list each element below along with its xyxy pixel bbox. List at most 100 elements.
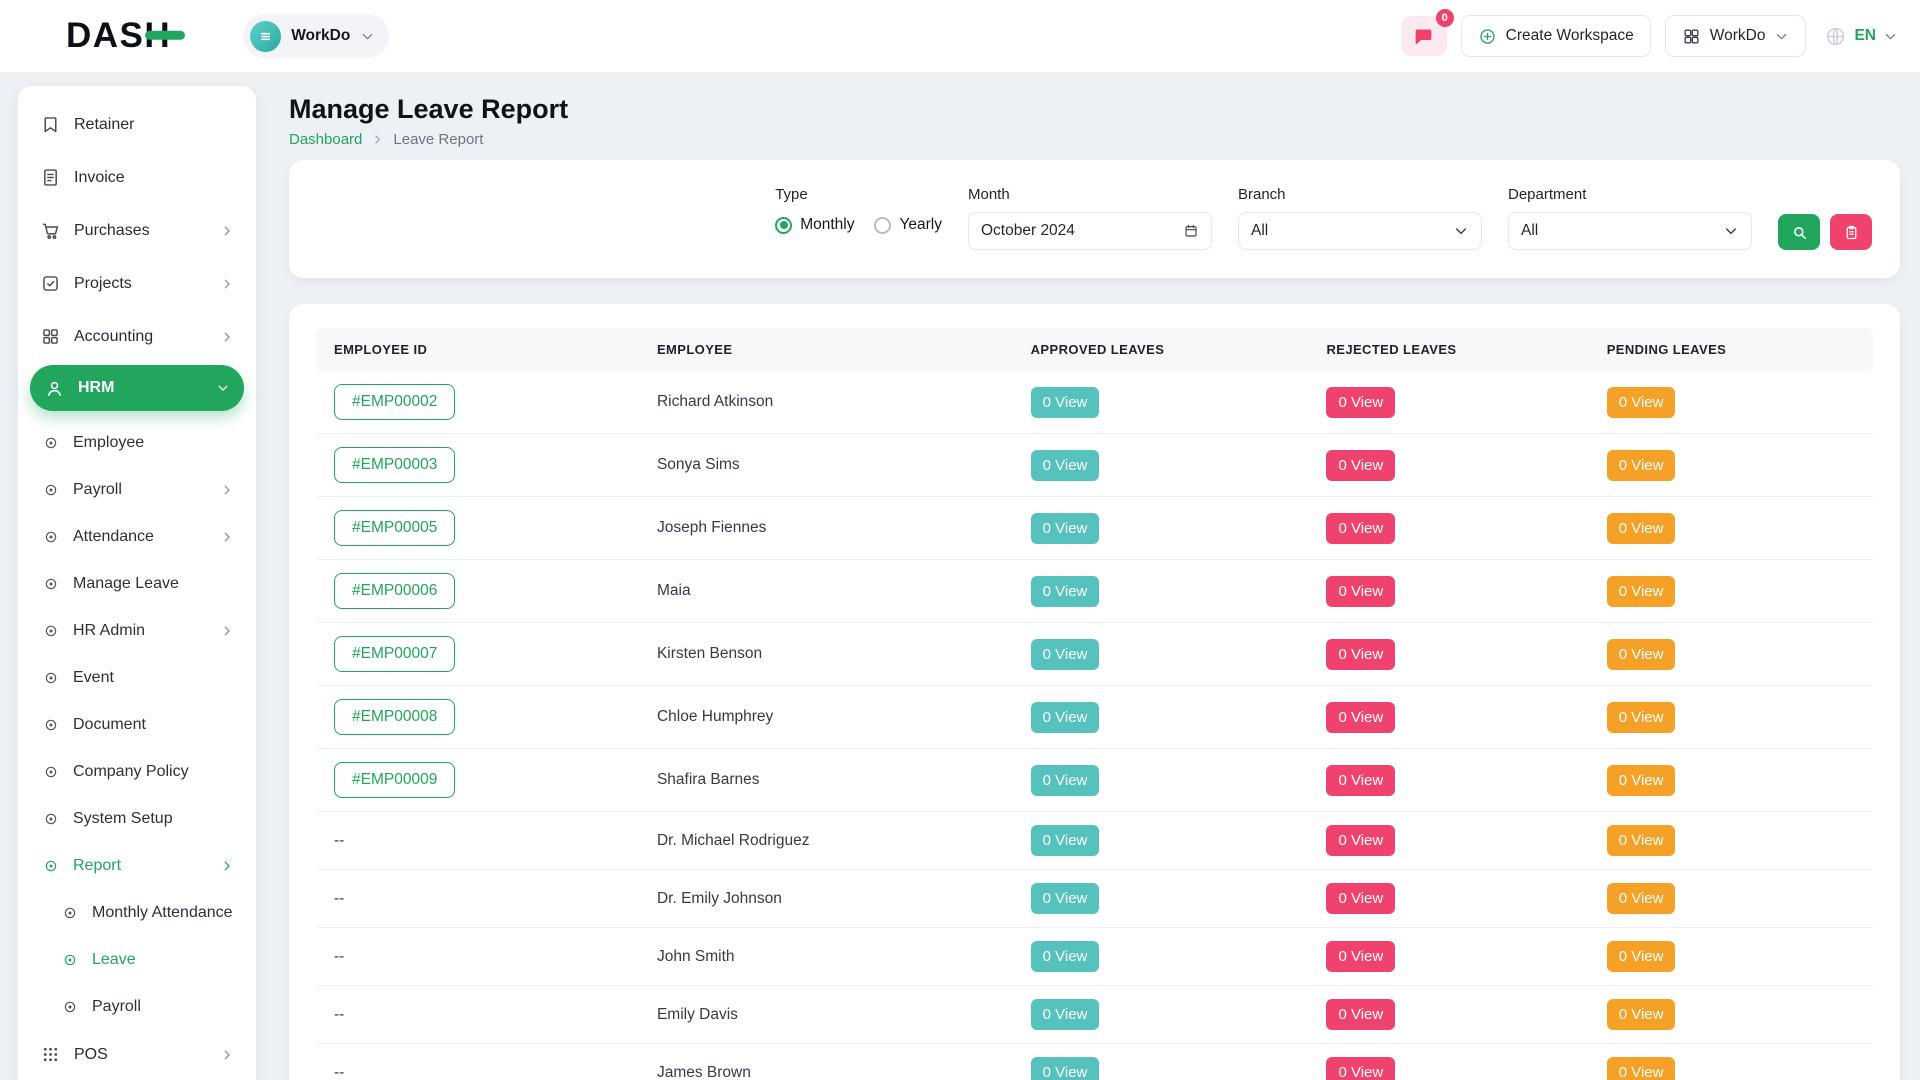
- approved-leaves-view-button[interactable]: 0 View: [1031, 1057, 1100, 1080]
- circle-icon: [62, 905, 78, 921]
- pending-leaves-view-button[interactable]: 0 View: [1607, 639, 1676, 670]
- rejected-leaves-view-button[interactable]: 0 View: [1326, 999, 1395, 1030]
- report-subitem[interactable]: Payroll: [30, 983, 244, 1030]
- search-button[interactable]: [1778, 214, 1820, 250]
- branch-select[interactable]: All: [1238, 212, 1482, 250]
- pending-leaves-view-button[interactable]: 0 View: [1607, 883, 1676, 914]
- rejected-leaves-view-button[interactable]: 0 View: [1326, 513, 1395, 544]
- sidebar-subitem[interactable]: System Setup: [30, 795, 244, 842]
- pending-leaves-view-button[interactable]: 0 View: [1607, 576, 1676, 607]
- rejected-leaves-view-button[interactable]: 0 View: [1326, 825, 1395, 856]
- approved-leaves-view-button[interactable]: 0 View: [1031, 999, 1100, 1030]
- sidebar-item-hrm[interactable]: HRM: [30, 365, 244, 411]
- sidebar-item[interactable]: Invoice: [30, 153, 244, 202]
- employee-id-link[interactable]: #EMP00008: [334, 699, 455, 735]
- circle-icon: [62, 952, 78, 968]
- approved-leaves-view-button[interactable]: 0 View: [1031, 765, 1100, 796]
- rejected-leaves-view-button[interactable]: 0 View: [1326, 576, 1395, 607]
- pending-leaves-view-button[interactable]: 0 View: [1607, 1057, 1676, 1080]
- logo-accent-bar: [145, 31, 185, 40]
- approved-leaves-view-button[interactable]: 0 View: [1031, 387, 1100, 418]
- sidebar-subitem-label: Attendance: [73, 528, 154, 546]
- workspace-selector[interactable]: WorkDo: [243, 14, 389, 58]
- type-monthly-option[interactable]: Monthly: [775, 216, 854, 234]
- approved-leaves-view-button[interactable]: 0 View: [1031, 576, 1100, 607]
- monthly-radio[interactable]: [775, 217, 792, 234]
- sidebar-subitem[interactable]: Attendance: [30, 513, 244, 560]
- messages-button[interactable]: 0: [1401, 16, 1447, 56]
- department-select[interactable]: All: [1508, 212, 1752, 250]
- sidebar-subitem[interactable]: Report: [30, 842, 244, 889]
- approved-leaves-view-button[interactable]: 0 View: [1031, 883, 1100, 914]
- employee-id-link[interactable]: #EMP00007: [334, 636, 455, 672]
- month-input[interactable]: October 2024: [968, 212, 1212, 250]
- pending-leaves-view-button[interactable]: 0 View: [1607, 513, 1676, 544]
- sidebar-item[interactable]: Projects: [30, 259, 244, 308]
- chevron-right-icon: [220, 224, 234, 238]
- sidebar-subitem-label: System Setup: [73, 810, 173, 828]
- pending-leaves-view-button[interactable]: 0 View: [1607, 941, 1676, 972]
- employee-id-link[interactable]: #EMP00006: [334, 573, 455, 609]
- table-row: #EMP00006 Maia 0 View 0 View 0 View: [316, 560, 1873, 623]
- rejected-leaves-view-button[interactable]: 0 View: [1326, 883, 1395, 914]
- sidebar-subitem[interactable]: Company Policy: [30, 748, 244, 795]
- sidebar-subitem[interactable]: Manage Leave: [30, 560, 244, 607]
- approved-leaves-view-button[interactable]: 0 View: [1031, 702, 1100, 733]
- chevron-down-icon: [1453, 223, 1469, 239]
- table-row: #EMP00009 Shafira Barnes 0 View 0 View 0…: [316, 749, 1873, 812]
- sidebar-subitem[interactable]: Employee: [30, 419, 244, 466]
- create-workspace-button[interactable]: Create Workspace: [1461, 15, 1651, 57]
- export-button[interactable]: [1830, 214, 1872, 250]
- approved-leaves-view-button[interactable]: 0 View: [1031, 513, 1100, 544]
- sidebar-item[interactable]: Accounting: [30, 312, 244, 361]
- employee-name: James Brown: [643, 1044, 1017, 1080]
- sidebar-item-pos[interactable]: POS: [30, 1030, 244, 1079]
- rejected-leaves-view-button[interactable]: 0 View: [1326, 765, 1395, 796]
- breadcrumb-dashboard-link[interactable]: Dashboard: [289, 131, 362, 148]
- sidebar-subitem[interactable]: Document: [30, 701, 244, 748]
- pending-leaves-view-button[interactable]: 0 View: [1607, 825, 1676, 856]
- sidebar-subitem[interactable]: Event: [30, 654, 244, 701]
- report-subitem-label: Monthly Attendance: [92, 904, 233, 922]
- yearly-radio[interactable]: [874, 217, 891, 234]
- rejected-leaves-view-button[interactable]: 0 View: [1326, 387, 1395, 418]
- approved-leaves-view-button[interactable]: 0 View: [1031, 941, 1100, 972]
- rejected-leaves-view-button[interactable]: 0 View: [1326, 702, 1395, 733]
- language-selector[interactable]: EN: [1820, 25, 1902, 48]
- main-content: Manage Leave Report Dashboard Leave Repo…: [289, 72, 1920, 1080]
- approved-leaves-view-button[interactable]: 0 View: [1031, 825, 1100, 856]
- sidebar-subitem[interactable]: Payroll: [30, 466, 244, 513]
- circle-icon: [43, 670, 59, 686]
- employee-name: Emily Davis: [643, 986, 1017, 1044]
- approved-leaves-view-button[interactable]: 0 View: [1031, 450, 1100, 481]
- pending-leaves-view-button[interactable]: 0 View: [1607, 765, 1676, 796]
- employee-id-link[interactable]: #EMP00003: [334, 447, 455, 483]
- rejected-leaves-view-button[interactable]: 0 View: [1326, 1057, 1395, 1080]
- employee-name: Kirsten Benson: [643, 623, 1017, 686]
- rejected-leaves-view-button[interactable]: 0 View: [1326, 941, 1395, 972]
- workspace-menu-button[interactable]: WorkDo: [1665, 15, 1807, 57]
- report-subitem[interactable]: Monthly Attendance: [30, 889, 244, 936]
- sidebar-item[interactable]: Retainer: [30, 100, 244, 149]
- pending-leaves-view-button[interactable]: 0 View: [1607, 450, 1676, 481]
- approved-leaves-view-button[interactable]: 0 View: [1031, 639, 1100, 670]
- sidebar-subitem[interactable]: HR Admin: [30, 607, 244, 654]
- employee-id-link[interactable]: #EMP00002: [334, 384, 455, 420]
- rejected-leaves-view-button[interactable]: 0 View: [1326, 450, 1395, 481]
- pending-leaves-view-button[interactable]: 0 View: [1607, 387, 1676, 418]
- pending-leaves-view-button[interactable]: 0 View: [1607, 999, 1676, 1030]
- sidebar-top-section: Retainer Invoice Purchases: [30, 100, 244, 361]
- sidebar-item-label: Invoice: [74, 169, 125, 187]
- employee-id-link[interactable]: #EMP00005: [334, 510, 455, 546]
- sidebar-item-icon: [40, 326, 61, 347]
- app-logo[interactable]: DASH: [66, 16, 171, 56]
- rejected-leaves-view-button[interactable]: 0 View: [1326, 639, 1395, 670]
- sidebar-subitem-label: Document: [73, 716, 146, 734]
- employee-name: Shafira Barnes: [643, 749, 1017, 812]
- column-pending-leaves: PENDING LEAVES: [1593, 328, 1873, 371]
- employee-id-link[interactable]: #EMP00009: [334, 762, 455, 798]
- type-yearly-option[interactable]: Yearly: [874, 216, 942, 234]
- pending-leaves-view-button[interactable]: 0 View: [1607, 702, 1676, 733]
- sidebar-item[interactable]: Purchases: [30, 206, 244, 255]
- report-subitem[interactable]: Leave: [30, 936, 244, 983]
